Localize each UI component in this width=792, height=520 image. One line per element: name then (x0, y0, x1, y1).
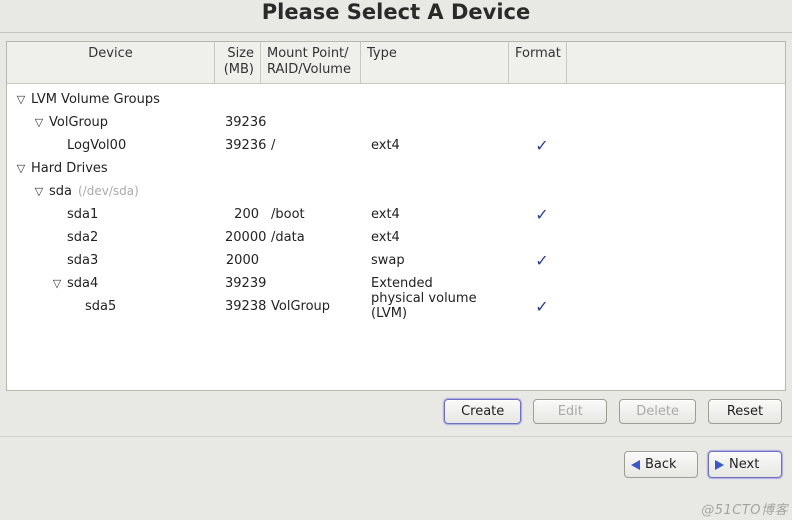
delete-button: Delete (619, 399, 696, 424)
type-cell: ext4 (365, 230, 513, 245)
expander-icon[interactable]: ▽ (33, 116, 45, 129)
table-row[interactable]: ▽sda539238VolGroupphysical volume (LVM)✓ (7, 295, 785, 318)
next-button[interactable]: Next (708, 451, 782, 478)
size-cell: 39236 (219, 138, 265, 153)
table-row[interactable]: ▽sda220000/dataext4 (7, 226, 785, 249)
table-header: Device Size (MB) Mount Point/ RAID/Volum… (7, 42, 785, 84)
device-label: Hard Drives (31, 161, 108, 176)
device-path: (/dev/sda) (78, 184, 139, 198)
size-cell: 2000 (219, 253, 265, 268)
format-cell: ✓ (513, 136, 571, 155)
device-cell: ▽ VolGroup (11, 115, 219, 130)
mount-cell: / (265, 138, 365, 153)
expander-icon[interactable]: ▽ (15, 162, 27, 175)
format-cell: ✓ (513, 251, 571, 270)
type-cell: ext4 (365, 207, 513, 222)
table-row[interactable]: ▽ VolGroup 39236 (7, 111, 785, 134)
reset-button[interactable]: Reset (708, 399, 782, 424)
table-row[interactable]: ▽ LVM Volume Groups (7, 88, 785, 111)
device-cell: ▽ LVM Volume Groups (11, 92, 219, 107)
device-cell: ▽LogVol00 (11, 138, 219, 153)
table-body: ▽LVM Volume Groups▽VolGroup39236▽LogVol0… (7, 84, 785, 391)
device-label: sda4 (67, 276, 98, 291)
arrow-left-icon (631, 460, 640, 470)
device-cell: ▽sda5 (11, 299, 219, 314)
col-header-mount[interactable]: Mount Point/ RAID/Volume (261, 42, 361, 83)
type-cell: Extended (365, 276, 513, 291)
table-row[interactable]: ▽LogVol0039236/ext4 ✓ (7, 134, 785, 157)
col-header-blank (567, 42, 785, 83)
dialog-title: Please Select A Device (0, 0, 792, 33)
device-cell: ▽ sda4 (11, 276, 219, 291)
arrow-right-icon (715, 460, 724, 470)
size-cell: 39239 (219, 276, 265, 291)
size-cell: 39236 (219, 115, 265, 130)
device-cell: ▽sda2 (11, 230, 219, 245)
check-icon: ✓ (535, 136, 548, 155)
device-cell: ▽sda3 (11, 253, 219, 268)
col-header-size[interactable]: Size (MB) (215, 42, 261, 83)
check-icon: ✓ (535, 297, 548, 316)
nav-button-row: Back Next (0, 436, 792, 478)
type-cell: swap (365, 253, 513, 268)
create-button[interactable]: Create (444, 399, 521, 424)
table-row[interactable]: ▽ Hard Drives (7, 157, 785, 180)
device-cell: ▽sda1 (11, 207, 219, 222)
type-cell: physical volume (LVM) (365, 291, 513, 321)
device-cell: ▽ Hard Drives (11, 161, 219, 176)
col-header-format[interactable]: Format (509, 42, 567, 83)
type-cell: ext4 (365, 138, 513, 153)
size-cell: 200 (219, 207, 265, 222)
table-row[interactable]: ▽ sda (/dev/sda) (7, 180, 785, 203)
next-button-label: Next (729, 457, 759, 472)
device-label: sda1 (67, 207, 98, 222)
format-cell: ✓ (513, 205, 571, 224)
expander-icon[interactable]: ▽ (33, 185, 45, 198)
expander-icon[interactable]: ▽ (15, 93, 27, 106)
mount-cell: /boot (265, 207, 365, 222)
back-button[interactable]: Back (624, 451, 698, 478)
edit-button: Edit (533, 399, 607, 424)
mount-cell: VolGroup (265, 299, 365, 314)
check-icon: ✓ (535, 205, 548, 224)
table-row[interactable]: ▽sda1200/bootext4 ✓ (7, 203, 785, 226)
device-label: sda3 (67, 253, 98, 268)
device-label: sda (49, 184, 72, 199)
format-cell: ✓ (513, 297, 571, 316)
col-header-device[interactable]: Device (7, 42, 215, 83)
partition-table: Device Size (MB) Mount Point/ RAID/Volum… (6, 41, 786, 391)
check-icon: ✓ (535, 251, 548, 270)
device-label: sda2 (67, 230, 98, 245)
device-label: VolGroup (49, 115, 108, 130)
action-button-row: Create Edit Delete Reset (0, 399, 792, 430)
mount-cell: /data (265, 230, 365, 245)
size-cell: 39238 (219, 299, 265, 314)
expander-icon[interactable]: ▽ (51, 277, 63, 290)
device-label: LogVol00 (67, 138, 126, 153)
device-label: LVM Volume Groups (31, 92, 160, 107)
table-row[interactable]: ▽sda32000 swap ✓ (7, 249, 785, 272)
size-cell: 20000 (219, 230, 265, 245)
col-header-type[interactable]: Type (361, 42, 509, 83)
watermark: @51CTO博客 (701, 499, 788, 518)
back-button-label: Back (645, 457, 677, 472)
device-label: sda5 (85, 299, 116, 314)
device-cell: ▽ sda (/dev/sda) (11, 184, 219, 199)
